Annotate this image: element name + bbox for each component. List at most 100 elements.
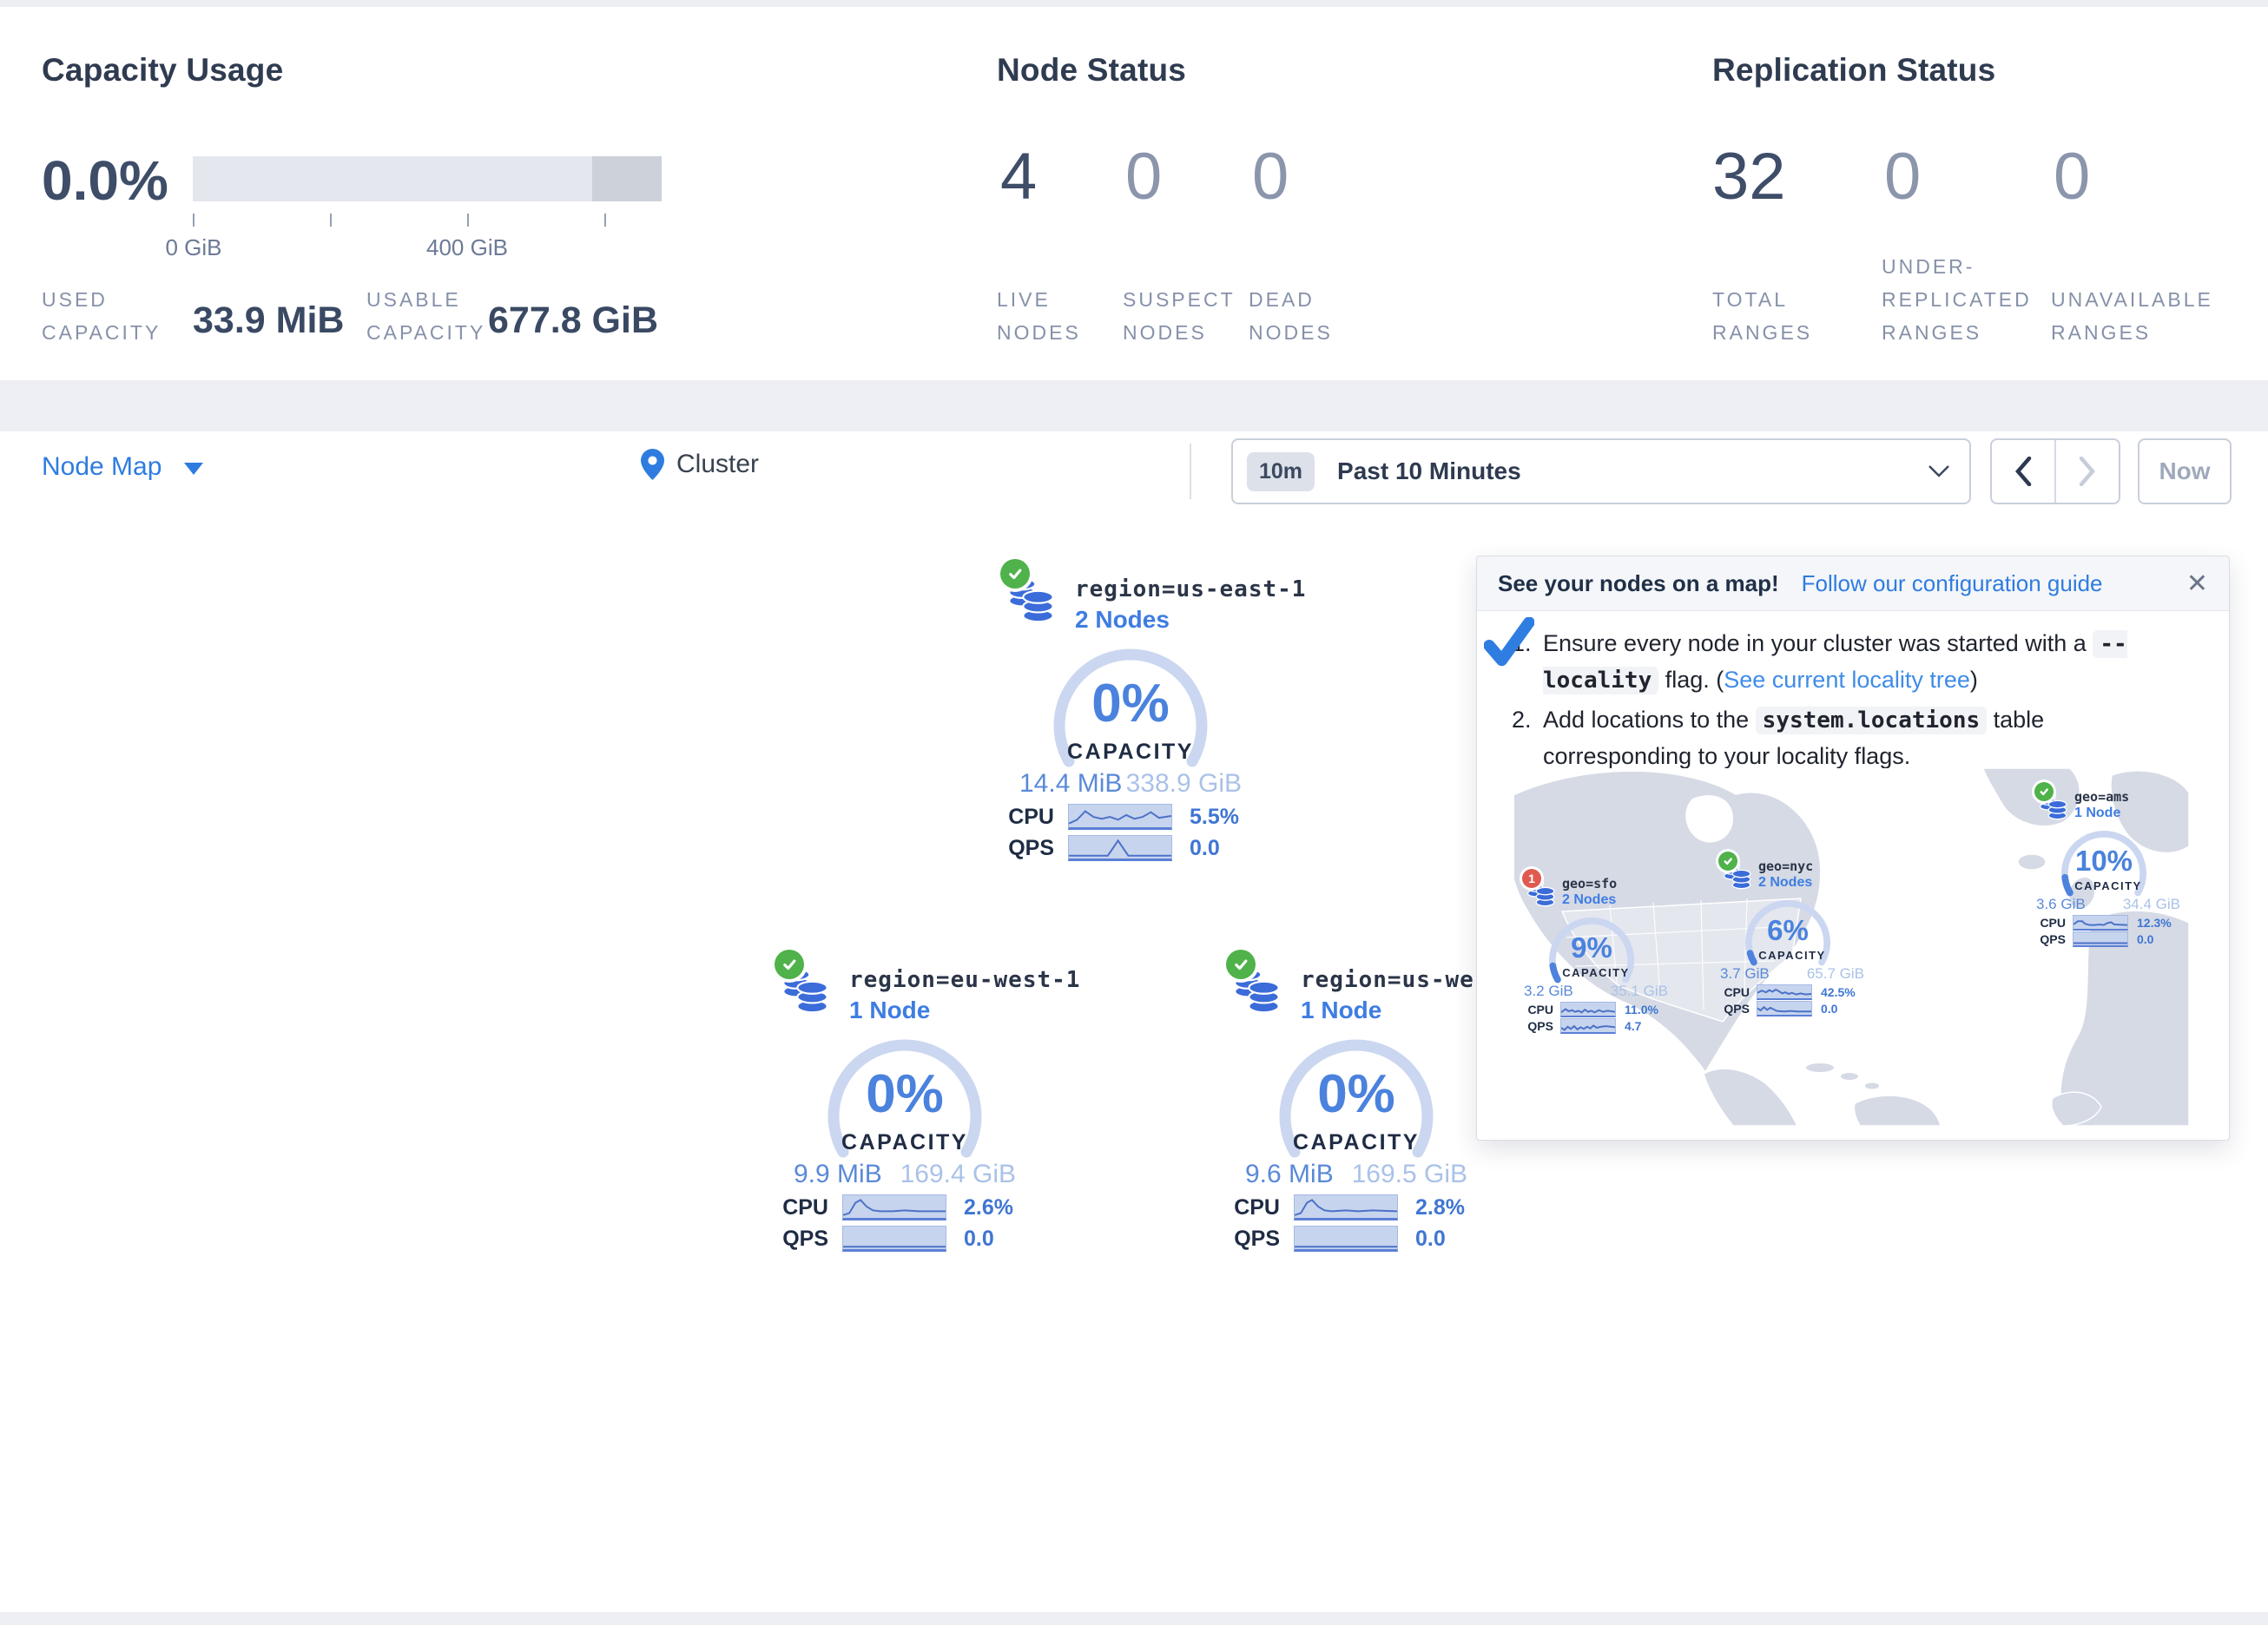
cpu-label: CPU xyxy=(2034,916,2066,930)
map-node-geo-sfo[interactable]: 1 geo=sfo 2 Nodes 9% CAPACITY 3.2 GiB35.… xyxy=(1522,867,1670,1037)
cpu-sparkline xyxy=(1560,1002,1616,1017)
total-value: 338.9 GiB xyxy=(1126,769,1242,799)
toolbar-divider xyxy=(1190,444,1191,499)
locality-tree-link[interactable]: See current locality tree xyxy=(1724,667,1970,693)
cluster-overview-page: Capacity Usage 0.0% 0 GiB 400 GiB USED C… xyxy=(0,0,2268,1625)
locality-nodes-link[interactable]: 2 Nodes xyxy=(1758,875,1812,891)
blue-check-icon xyxy=(1484,617,1534,672)
locality-name: geo=nyc xyxy=(1758,859,1813,874)
time-back-button[interactable] xyxy=(1992,440,2056,503)
time-range-label: Past 10 Minutes xyxy=(1337,457,1521,485)
status-ok-icon xyxy=(1718,852,1737,871)
used-value: 9.9 MiB xyxy=(794,1160,882,1189)
region-block-us-west-1: region=us-west-1 1 Node 0% CAPACITY 9.6 … xyxy=(1224,946,1488,1259)
capacity-label: CAPACITY xyxy=(775,1130,1035,1155)
suspect-nodes-label: SUSPECT NODES xyxy=(1123,283,1236,349)
unavailable-count: 0 xyxy=(2054,144,2090,210)
region-block-us-east-1: region=us-east-1 2 Nodes 0% CAPACITY 14.… xyxy=(999,556,1263,868)
region-nodes-link[interactable]: 2 Nodes xyxy=(1075,606,1170,634)
cpu-value: 12.3% xyxy=(2137,916,2172,930)
used-value: 3.7 GiB xyxy=(1720,965,1770,983)
popup-header: See your nodes on a map! Follow our conf… xyxy=(1477,556,2229,611)
capacity-bar-reserved xyxy=(592,156,662,201)
used-value: 14.4 MiB xyxy=(1019,769,1122,799)
node-map-setup-popup: See your nodes on a map! Follow our conf… xyxy=(1476,556,2230,1141)
capacity-percent: 9% xyxy=(1544,933,1639,962)
total-ranges-count: 32 xyxy=(1712,144,1786,210)
qps-sparkline xyxy=(2073,931,2128,947)
qps-value: 0.0 xyxy=(2137,932,2153,946)
cpu-sparkline xyxy=(1294,1194,1398,1220)
region-name: region=us-east-1 xyxy=(1075,576,1306,602)
qps-sparkline xyxy=(1068,835,1172,861)
qps-sparkline xyxy=(1560,1018,1616,1034)
region-name: region=eu-west-1 xyxy=(849,967,1080,993)
qps-value: 0.0 xyxy=(1821,1002,1837,1016)
status-ok-icon xyxy=(2034,782,2054,801)
used-capacity-value: 33.9 MiB xyxy=(193,302,344,339)
locality-nodes-link[interactable]: 2 Nodes xyxy=(1562,892,1616,908)
total-value: 35.1 GiB xyxy=(1611,983,1668,1000)
used-value: 3.6 GiB xyxy=(2036,896,2086,913)
locality-name: geo=ams xyxy=(2074,789,2129,805)
qps-label: QPS xyxy=(773,1227,828,1252)
capacity-label: CAPACITY xyxy=(1522,966,1670,979)
region-block-eu-west-1: region=eu-west-1 1 Node 0% CAPACITY 9.9 … xyxy=(773,946,1037,1259)
qps-label: QPS xyxy=(1718,1002,1750,1016)
qps-value: 4.7 xyxy=(1625,1019,1641,1033)
region-nodes-link[interactable]: 1 Node xyxy=(1301,997,1381,1024)
status-ok-icon xyxy=(1000,559,1030,589)
breadcrumb[interactable]: Cluster xyxy=(641,449,759,480)
dead-nodes-count: 0 xyxy=(1252,144,1289,210)
region-nodes-link[interactable]: 1 Node xyxy=(849,997,930,1024)
capacity-tick-400: 400 GiB xyxy=(415,234,519,261)
time-forward-button[interactable] xyxy=(2056,440,2119,503)
locality-nodes-link[interactable]: 1 Node xyxy=(2074,806,2120,821)
capacity-tick-0: 0 GiB xyxy=(142,234,246,261)
qps-sparkline xyxy=(842,1226,946,1252)
cpu-value: 2.6% xyxy=(964,1195,1013,1220)
caret-down-icon xyxy=(184,463,203,475)
setup-steps: 1. Ensure every node in your cluster was… xyxy=(1512,626,2198,778)
location-pin-icon xyxy=(641,449,664,480)
node-status-title: Node Status xyxy=(997,52,1186,89)
cpu-sparkline xyxy=(1757,984,1812,1000)
cpu-label: CPU xyxy=(1522,1003,1553,1016)
total-value: 34.4 GiB xyxy=(2123,896,2180,913)
usable-capacity-value: 677.8 GiB xyxy=(488,302,658,339)
locality-name: geo=sfo xyxy=(1562,876,1617,891)
map-toolbar: Node Map Cluster 10m Past 10 Minutes Now xyxy=(0,431,2268,515)
replication-status-title: Replication Status xyxy=(1712,52,1995,89)
total-ranges-label: TOTAL RANGES xyxy=(1712,283,1812,349)
used-value: 9.6 MiB xyxy=(1245,1160,1334,1189)
now-button[interactable]: Now xyxy=(2138,438,2232,504)
system-locations-code: system.locations xyxy=(1756,707,1987,734)
qps-label: QPS xyxy=(2034,932,2066,946)
view-selector-dropdown[interactable]: Node Map xyxy=(42,452,203,482)
close-icon[interactable]: ✕ xyxy=(2186,569,2208,599)
status-ok-icon xyxy=(775,950,804,979)
map-node-geo-ams[interactable]: geo=ams 1 Node 10% CAPACITY 3.6 GiB34.4 … xyxy=(2034,780,2182,951)
capacity-percent: 0% xyxy=(1044,677,1217,731)
popup-title: See your nodes on a map! xyxy=(1498,570,1779,597)
cpu-label: CPU xyxy=(1224,1195,1280,1220)
unavailable-label: UNAVAILABLE RANGES xyxy=(2051,283,2213,349)
time-step-buttons xyxy=(1990,438,2120,504)
status-warning-badge: 1 xyxy=(1522,869,1541,888)
view-selector-label: Node Map xyxy=(42,452,162,482)
configuration-guide-link[interactable]: Follow our configuration guide xyxy=(1802,570,2103,597)
cpu-sparkline xyxy=(1068,804,1172,830)
cpu-value: 5.5% xyxy=(1190,805,1239,830)
qps-sparkline xyxy=(1757,1001,1812,1016)
time-range-select[interactable]: 10m Past 10 Minutes xyxy=(1231,438,1971,504)
live-nodes-label: LIVE NODES xyxy=(997,283,1081,349)
cpu-value: 2.8% xyxy=(1415,1195,1465,1220)
total-value: 169.4 GiB xyxy=(900,1160,1016,1189)
map-node-geo-nyc[interactable]: geo=nyc 2 Nodes 6% CAPACITY 3.7 GiB65.7 … xyxy=(1718,850,1866,1020)
usable-capacity-label: USABLE CAPACITY xyxy=(366,283,485,349)
summary-panel: Capacity Usage 0.0% 0 GiB 400 GiB USED C… xyxy=(0,7,2268,380)
dead-nodes-label: DEAD NODES xyxy=(1249,283,1333,349)
world-map-preview: 1 geo=sfo 2 Nodes 9% CAPACITY 3.2 GiB35.… xyxy=(1514,768,2189,1126)
cpu-label: CPU xyxy=(773,1195,828,1220)
qps-label: QPS xyxy=(1224,1227,1280,1252)
